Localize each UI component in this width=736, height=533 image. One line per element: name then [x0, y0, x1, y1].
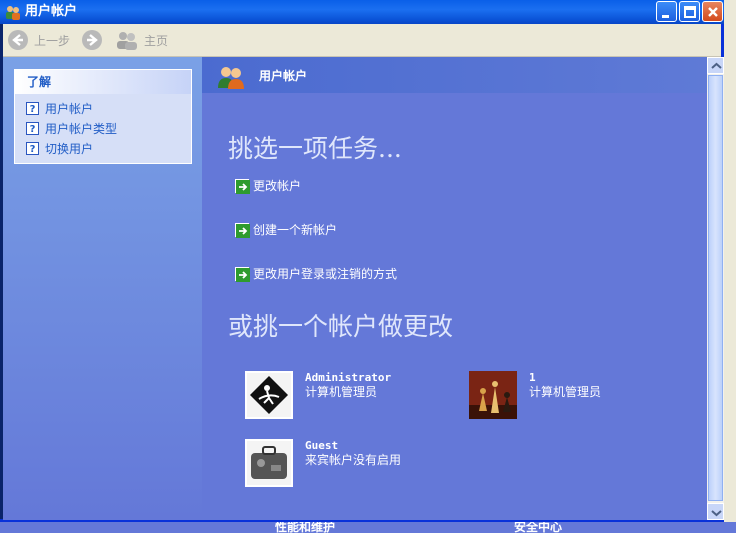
chess-avatar [469, 371, 517, 419]
background-text-left: 性能和维护 [275, 522, 336, 533]
green-arrow-icon [235, 222, 250, 238]
title-bar[interactable]: 用户帐户 [0, 0, 724, 24]
sidebar-item-label: 切换用户 [45, 141, 94, 156]
desktop-edge [724, 0, 736, 533]
content-area: 了解 ? 用户帐户 ? 用户帐户类型 ? 切换用户 用户帐户 挑选一项任务...… [3, 57, 707, 520]
task-label: 更改帐户 [253, 179, 302, 193]
window-title: 用户帐户 [25, 4, 78, 19]
back-label: 上一步 [34, 33, 71, 48]
learn-about-box: 了解 ? 用户帐户 ? 用户帐户类型 ? 切换用户 [14, 69, 192, 164]
account-role: 计算机管理员 [529, 385, 602, 399]
green-arrow-icon [235, 178, 250, 194]
help-icon: ? [26, 141, 39, 155]
scroll-thumb[interactable] [708, 75, 723, 501]
account-administrator[interactable]: Administrator 计算机管理员 [245, 371, 391, 419]
user-accounts-window: 用户帐户 上一步 主页 了解 ? 用户帐户 ? 用户帐户类型 ? 切换用户 用户… [0, 0, 724, 522]
help-icon: ? [26, 121, 39, 135]
maximize-icon [684, 6, 696, 18]
forward-button[interactable] [82, 29, 102, 51]
green-arrow-icon [235, 266, 250, 282]
page-banner: 用户帐户 [202, 57, 707, 93]
pick-account-heading: 或挑一个帐户做更改 [228, 312, 454, 341]
chevron-down-icon [711, 510, 722, 517]
scroll-up-button[interactable] [707, 57, 724, 74]
sidebar-item-user-accounts[interactable]: ? 用户帐户 [15, 98, 191, 118]
vertical-scrollbar[interactable] [707, 57, 724, 520]
sidebar-item-account-types[interactable]: ? 用户帐户类型 [15, 118, 191, 138]
back-arrow-icon [8, 30, 28, 50]
banner-title: 用户帐户 [259, 69, 308, 83]
account-name: 1 [529, 371, 536, 384]
task-pane: 了解 ? 用户帐户 ? 用户帐户类型 ? 切换用户 [3, 57, 202, 520]
home-button[interactable]: 主页 [116, 29, 168, 51]
background-window-strip [0, 522, 736, 533]
maximize-button[interactable] [679, 1, 700, 22]
skateboard-avatar [245, 371, 293, 419]
main-pane: 用户帐户 挑选一项任务... 更改帐户 创建一个新帐户 更改用户登录或注销的方式… [202, 57, 707, 520]
suitcase-avatar [245, 439, 293, 487]
sidebar-item-switch-user[interactable]: ? 切换用户 [15, 138, 191, 158]
account-1[interactable]: 1 计算机管理员 [469, 371, 601, 419]
users-icon [6, 6, 20, 20]
sidebar-item-label: 用户帐户类型 [45, 121, 118, 136]
forward-arrow-icon [82, 30, 102, 50]
minimize-button[interactable] [656, 1, 677, 22]
navigation-toolbar: 上一步 主页 [3, 24, 721, 57]
task-change-account[interactable]: 更改帐户 [235, 177, 301, 194]
task-create-account[interactable]: 创建一个新帐户 [235, 221, 337, 238]
account-role: 来宾帐户没有启用 [305, 453, 402, 467]
account-name: Guest [305, 439, 339, 452]
account-guest[interactable]: Guest 来宾帐户没有启用 [245, 439, 401, 487]
help-icon: ? [26, 101, 39, 115]
account-role: 计算机管理员 [305, 385, 378, 399]
user-accounts-icon [218, 67, 244, 89]
back-button[interactable]: 上一步 [8, 29, 70, 51]
chevron-up-icon [711, 62, 722, 69]
account-name: Administrator [305, 371, 392, 384]
close-icon [708, 7, 718, 17]
background-text-right: 安全中心 [514, 522, 563, 533]
task-label: 更改用户登录或注销的方式 [253, 267, 398, 281]
minimize-icon [662, 15, 669, 18]
scroll-down-button[interactable] [707, 503, 724, 520]
home-label: 主页 [144, 33, 169, 48]
sidebar-item-label: 用户帐户 [45, 101, 94, 116]
home-users-icon [117, 32, 137, 50]
close-button[interactable] [702, 1, 723, 22]
task-label: 创建一个新帐户 [253, 223, 338, 237]
learn-about-header[interactable]: 了解 [15, 70, 191, 94]
pick-task-heading: 挑选一项任务... [228, 134, 402, 163]
task-change-logon[interactable]: 更改用户登录或注销的方式 [235, 265, 397, 282]
